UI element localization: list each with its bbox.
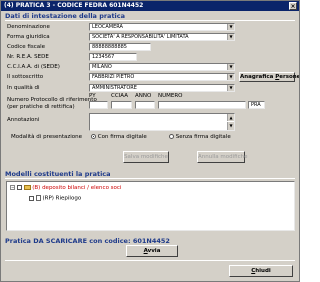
scroll-up-icon[interactable]: ▲ xyxy=(227,114,234,121)
folder-icon xyxy=(23,185,31,190)
annotazioni-textarea[interactable]: ▲ ▼ xyxy=(89,113,235,131)
chiudi-label-2: hiudi xyxy=(255,268,271,274)
radio-con-firma-label: Con firma digitale xyxy=(97,134,147,140)
avvia-label-2: vvia xyxy=(147,248,161,254)
modalita-label: Modalità di presentazione xyxy=(11,134,82,140)
protocollo-col-numero: NUMERO xyxy=(158,93,183,99)
radio-senza-firma[interactable]: Senza firma digitale xyxy=(169,134,231,141)
chevron-down-icon[interactable]: ▼ xyxy=(227,34,234,40)
tree-item-label: (RP) Riepilogo xyxy=(42,195,82,202)
forma-giuridica-dropdown[interactable]: SOCIETA' A RESPONSABILITA' LIMITATA ▼ xyxy=(89,33,235,41)
salva-modifiche-button[interactable]: Salva modifiche xyxy=(123,151,169,163)
annotazioni-label: Annotazioni xyxy=(7,117,40,123)
scroll-down-icon[interactable]: ▼ xyxy=(227,122,234,130)
chevron-down-icon[interactable]: ▼ xyxy=(227,64,234,70)
section-divider xyxy=(5,20,295,21)
pratica-status-text: Pratica DA SCARICARE con codice: 601N445… xyxy=(5,237,170,245)
cciaa-label: C.C.I.A.A. di (SEDE) xyxy=(7,64,60,70)
protocollo-cciaa-input[interactable] xyxy=(111,101,132,109)
qualita-label: In qualità di xyxy=(7,85,40,91)
sottoscrittore-value: FABBRIZI PIETRO xyxy=(92,74,135,80)
sottoscrittore-dropdown[interactable]: FABBRIZI PIETRO ▼ xyxy=(89,73,235,81)
forma-giuridica-label: Forma giuridica xyxy=(7,34,50,40)
document-icon xyxy=(35,195,41,201)
qualita-dropdown[interactable]: AMMINISTRATORE ▼ xyxy=(89,84,235,92)
anagrafica-label-1: Anagrafica xyxy=(240,74,276,80)
modelli-tree: − (B) deposito bilanci / elenco soci (RP… xyxy=(6,181,295,231)
chevron-down-icon[interactable]: ▼ xyxy=(227,74,234,80)
protocollo-type-value: PRA xyxy=(251,102,261,108)
chevron-down-icon[interactable]: ▼ xyxy=(227,85,234,91)
denominazione-dropdown[interactable]: LEOCAMERA ▼ xyxy=(89,23,235,31)
radio-senza-firma-label: Senza firma digitale xyxy=(175,134,231,140)
denominazione-label: Denominazione xyxy=(7,24,50,30)
forma-giuridica-value: SOCIETA' A RESPONSABILITA' LIMITATA xyxy=(92,34,189,40)
codice-fiscale-input[interactable]: 88888888885 xyxy=(89,43,151,51)
cciaa-dropdown[interactable]: MILANO ▼ xyxy=(89,63,235,71)
qualita-value: AMMINISTRATORE xyxy=(92,85,137,91)
close-icon[interactable]: × xyxy=(289,2,297,10)
section-divider xyxy=(5,178,295,179)
radio-unselected-icon[interactable] xyxy=(169,134,174,139)
annulla-modifiche-button[interactable]: Annulla modifiche xyxy=(197,151,248,163)
protocollo-label-line2: (per pratiche di rettifica) xyxy=(7,104,75,110)
window-title: (4) PRATICA 3 - CODICE FEDRA 601N4452 xyxy=(4,2,144,9)
protocollo-label-line1: Numero Protocollo di riferimento xyxy=(7,97,97,103)
codice-fiscale-label: Codice fiscale xyxy=(7,44,46,50)
tree-item-label: (B) deposito bilanci / elenco soci xyxy=(32,185,122,191)
collapse-icon[interactable]: − xyxy=(10,185,15,190)
rea-input[interactable]: 1234567 xyxy=(89,53,137,61)
dialog-window: (4) PRATICA 3 - CODICE FEDRA 601N4452 × … xyxy=(0,0,300,282)
protocollo-type-input[interactable]: PRA xyxy=(248,101,265,109)
protocollo-col-cciaa: CCIAA xyxy=(111,93,128,99)
rea-value: 1234567 xyxy=(92,54,115,60)
protocollo-col-anno: ANNO xyxy=(135,93,152,99)
checkbox-icon[interactable] xyxy=(29,195,34,201)
section-header-intestazione: Dati di intestazione della pratica xyxy=(5,12,126,20)
title-bar: (4) PRATICA 3 - CODICE FEDRA 601N4452 × xyxy=(1,1,299,11)
anagrafica-label-3: ersone xyxy=(279,74,300,80)
checkbox-icon[interactable] xyxy=(16,185,22,190)
footer-divider xyxy=(5,260,295,261)
avvia-button[interactable]: Avvia xyxy=(126,245,178,257)
cciaa-value: MILANO xyxy=(92,64,112,70)
protocollo-py-input[interactable] xyxy=(89,101,108,109)
sottoscrittore-label: Il sottoscritto xyxy=(7,74,44,80)
radio-con-firma[interactable]: Con firma digitale xyxy=(91,134,147,141)
radio-selected-icon[interactable] xyxy=(91,134,96,139)
protocollo-anno-input[interactable] xyxy=(135,101,155,109)
tree-item[interactable]: (RP) Riepilogo xyxy=(29,195,81,202)
codice-fiscale-value: 88888888885 xyxy=(92,44,127,50)
section-header-modelli: Modelli costituenti la pratica xyxy=(5,170,111,178)
anagrafica-persone-button[interactable]: Anagrafica Persone xyxy=(239,72,299,82)
tree-item[interactable]: − (B) deposito bilanci / elenco soci xyxy=(10,185,121,191)
protocollo-numero-input[interactable] xyxy=(158,101,246,109)
chevron-down-icon[interactable]: ▼ xyxy=(227,24,234,30)
chiudi-button[interactable]: Chiudi xyxy=(229,265,293,277)
denominazione-value: LEOCAMERA xyxy=(92,24,123,30)
rea-label: Nr. R.E.A. SEDE xyxy=(7,54,49,60)
